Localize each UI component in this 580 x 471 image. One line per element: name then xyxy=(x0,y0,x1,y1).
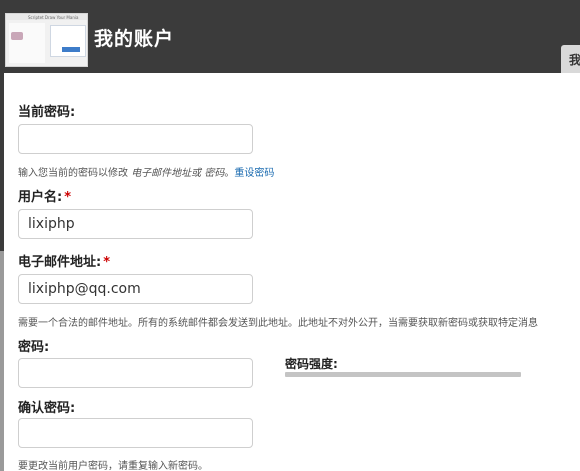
header-bar: Scriptet Draw Your Mania 我的账户 我 xyxy=(0,0,580,73)
account-page: Scriptet Draw Your Mania 我的账户 我 当前密码: 输入… xyxy=(0,0,580,471)
current-password-input[interactable] xyxy=(18,124,253,154)
left-edge-dark xyxy=(0,73,4,251)
thumbnail-graphic xyxy=(11,32,23,40)
thumbnail-left-panel xyxy=(9,23,45,63)
email-required-mark: * xyxy=(103,255,111,270)
email-hint: 需要一个合法的邮件地址。所有的系统邮件都会发送到此地址。此地址不对外公开，当需要… xyxy=(18,318,538,329)
confirm-password-hint: 要更改当前用户密码，请重复输入新密码。 xyxy=(18,461,208,471)
username-label: 用户名: * xyxy=(18,186,71,205)
password-strength-bar xyxy=(285,372,521,377)
username-label-text: 用户名: xyxy=(18,190,63,205)
current-password-hint-separator: 。 xyxy=(224,168,235,179)
password-strength-label: 密码强度: xyxy=(285,357,338,371)
confirm-password-label: 确认密码: xyxy=(18,401,76,416)
thumbnail-caption: Scriptet Draw Your Mania xyxy=(28,15,79,20)
email-label: 电子邮件地址: * xyxy=(18,251,110,270)
username-input[interactable] xyxy=(18,209,253,239)
email-label-text: 电子邮件地址: xyxy=(18,255,102,270)
page-title: 我的账户 xyxy=(94,28,175,50)
left-edge-gray xyxy=(0,251,4,471)
header-tab[interactable]: 我 xyxy=(561,45,580,73)
username-required-mark: * xyxy=(64,190,72,205)
current-password-hint-emphasis: 电子邮件地址或 密码 xyxy=(131,168,225,179)
password-input[interactable] xyxy=(18,358,253,388)
current-password-hint: 输入您当前的密码以修改 电子邮件地址或 密码。重设密码 xyxy=(18,164,274,179)
site-thumbnail[interactable]: Scriptet Draw Your Mania xyxy=(5,13,88,67)
thumbnail-button xyxy=(62,47,80,52)
password-label: 密码: xyxy=(18,340,50,355)
thumbnail-login-box xyxy=(50,25,86,57)
email-input[interactable] xyxy=(18,274,253,304)
current-password-label: 当前密码: xyxy=(18,105,76,120)
current-password-hint-text: 输入您当前的密码以修改 xyxy=(18,168,132,179)
confirm-password-input[interactable] xyxy=(18,418,253,448)
reset-password-link[interactable]: 重设密码 xyxy=(234,168,274,179)
